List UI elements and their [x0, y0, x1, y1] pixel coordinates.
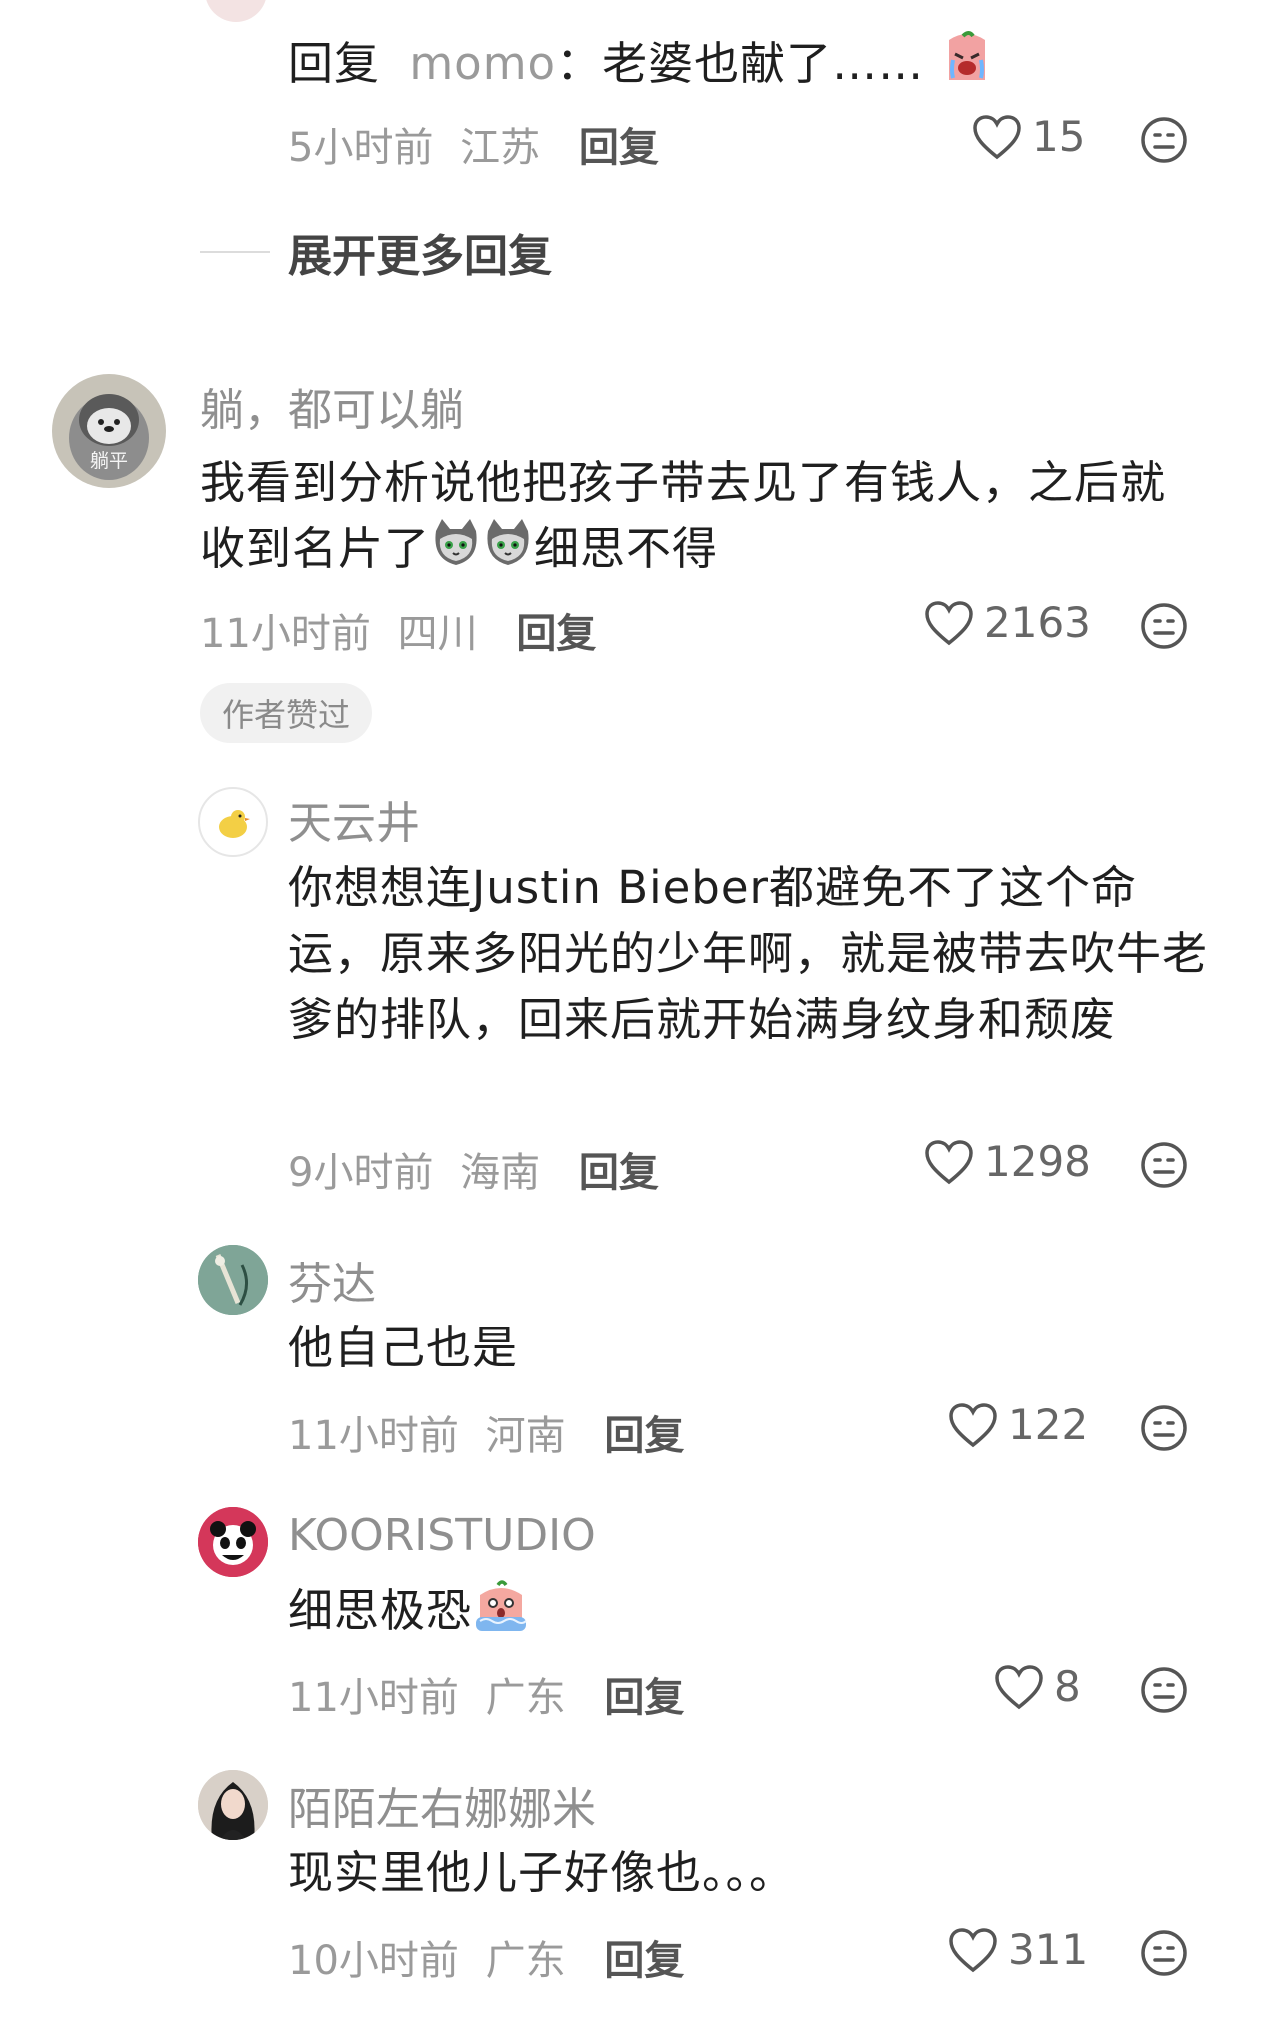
like-count: 15 — [1032, 112, 1086, 161]
reply-button[interactable]: 回复 — [579, 125, 659, 171]
avatar[interactable] — [198, 1245, 268, 1315]
reply-location: 江苏 — [460, 125, 541, 171]
reply-prefix: 回复 — [288, 37, 381, 90]
dislike-icon[interactable] — [1140, 1666, 1188, 1718]
like-button[interactable]: 122 — [948, 1400, 1088, 1449]
reply-meta: 11小时前 广东 回复 — [288, 1665, 684, 1723]
reply-text: 现实里他儿子好像也。。。 — [288, 1846, 796, 1899]
dislike-icon[interactable] — [1140, 1404, 1188, 1456]
avatar[interactable] — [198, 787, 268, 857]
comment-username[interactable]: 躺，都可以躺 — [200, 374, 464, 438]
avatar[interactable] — [205, 0, 267, 22]
expand-more-label: 展开更多回复 — [288, 231, 552, 282]
badge-label: 作者赞过 — [222, 696, 351, 734]
comment-text: 我看到分析说他把孩子带去见了有钱人，之后就收到名片了 细思不得 — [200, 450, 1200, 587]
dislike-icon[interactable] — [1140, 1929, 1188, 1981]
reply-location: 广东 — [485, 1938, 566, 1984]
avatar[interactable]: 躺平 — [52, 374, 166, 488]
cat-emoji — [482, 517, 534, 587]
reply-time: 11小时前 — [288, 1413, 459, 1459]
avatar-text: 躺平 — [90, 450, 128, 472]
reply-text: 他自己也是 — [288, 1321, 519, 1374]
reply-location: 海南 — [460, 1150, 541, 1196]
reply-text: 回复 momo：老婆也献了…… — [288, 30, 995, 104]
reply-location: 广东 — [485, 1675, 566, 1721]
avatar[interactable] — [198, 1770, 268, 1840]
like-count: 1298 — [984, 1137, 1091, 1186]
dislike-icon[interactable] — [1140, 1141, 1188, 1193]
cat-emoji — [430, 517, 482, 587]
crying-peach-emoji — [939, 30, 995, 104]
author-liked-badge: 作者赞过 — [200, 683, 373, 743]
reply-text: 你想想连Justin Bieber都避免不了这个命运，原来多阳光的少年啊，就是被… — [288, 861, 1209, 1046]
expand-more-replies[interactable]: 展开更多回复 — [200, 220, 552, 284]
reply-time: 9小时前 — [288, 1150, 434, 1196]
like-button[interactable]: 311 — [948, 1925, 1088, 1974]
like-count: 311 — [1008, 1925, 1089, 1974]
like-button[interactable]: 15 — [972, 112, 1085, 161]
dislike-icon[interactable] — [1140, 602, 1188, 654]
comment-meta: 11小时前 四川 回复 — [200, 601, 596, 659]
reply-text: 细思极恐 — [288, 1577, 1216, 1651]
heart-icon — [948, 1402, 998, 1448]
reply-content: ：老婆也献了…… — [556, 37, 925, 90]
heart-icon — [948, 1927, 998, 1973]
like-count: 122 — [1008, 1400, 1089, 1449]
reply-time: 5小时前 — [288, 125, 434, 171]
reply-content: 细思极恐 — [288, 1584, 473, 1637]
reply-button[interactable]: 回复 — [604, 1413, 684, 1459]
heart-icon — [924, 600, 974, 646]
reply-button[interactable]: 回复 — [516, 611, 596, 657]
dislike-icon[interactable] — [1140, 116, 1188, 168]
reply-username[interactable]: 芬达 — [288, 1248, 376, 1312]
reply-username[interactable]: KOORISTUDIO — [288, 1510, 596, 1561]
like-button[interactable]: 2163 — [924, 598, 1091, 647]
reply-button[interactable]: 回复 — [604, 1675, 684, 1721]
like-count: 2163 — [984, 598, 1091, 647]
like-button[interactable]: 1298 — [924, 1137, 1091, 1186]
reply-button[interactable]: 回复 — [604, 1938, 684, 1984]
scared-peach-emoji — [472, 1577, 530, 1651]
reply-button[interactable]: 回复 — [579, 1150, 659, 1196]
reply-meta: 11小时前 河南 回复 — [288, 1403, 684, 1461]
reply-location: 河南 — [485, 1413, 566, 1459]
heart-icon — [924, 1139, 974, 1185]
comment-text-tail: 细思不得 — [534, 522, 719, 575]
reply-meta: 10小时前 广东 回复 — [288, 1928, 684, 1986]
avatar[interactable] — [198, 1507, 268, 1577]
reply-time: 11小时前 — [288, 1675, 459, 1721]
heart-icon — [994, 1664, 1044, 1710]
reply-meta: 5小时前 江苏 回复 — [288, 115, 659, 173]
reply-meta: 9小时前 海南 回复 — [288, 1140, 659, 1198]
divider-line — [200, 251, 270, 253]
reply-to-username[interactable]: momo — [409, 37, 556, 90]
reply-username[interactable]: 天云井 — [288, 787, 420, 851]
comment-location: 四川 — [397, 611, 478, 657]
heart-icon — [972, 114, 1022, 160]
comment-time: 11小时前 — [200, 611, 371, 657]
like-count: 8 — [1054, 1662, 1081, 1711]
reply-time: 10小时前 — [288, 1938, 459, 1984]
like-button[interactable]: 8 — [994, 1662, 1081, 1711]
reply-username[interactable]: 陌陌左右娜娜米 — [288, 1773, 596, 1837]
